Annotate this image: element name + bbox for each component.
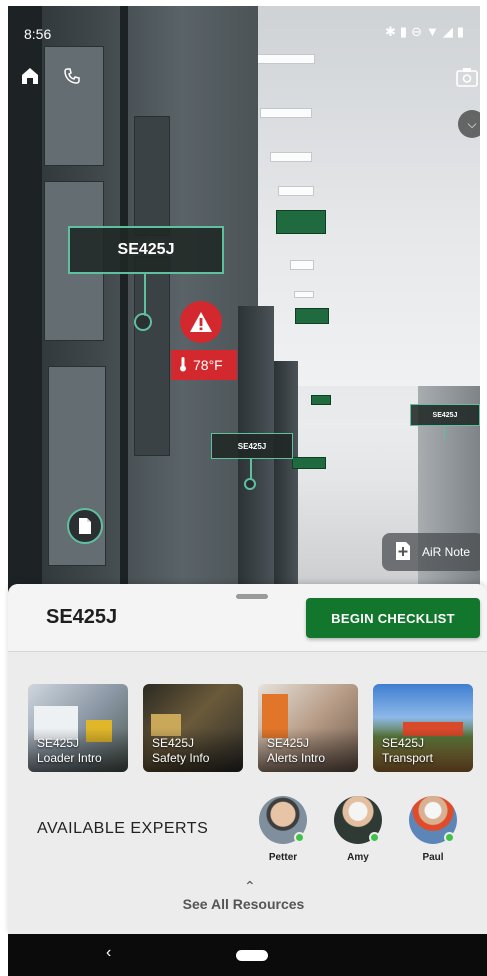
- temperature-value: 78°F: [193, 357, 223, 373]
- available-experts-title: AVAILABLE EXPERTS: [37, 820, 209, 837]
- sheet-drag-handle[interactable]: [236, 594, 268, 599]
- signal-icon: ◢: [442, 24, 457, 39]
- resource-card-subtitle: Loader Intro: [37, 751, 102, 765]
- ceiling-light: [290, 260, 314, 270]
- status-time: 8:56: [24, 26, 52, 42]
- asset-title: SE425J: [46, 606, 118, 628]
- exit-sign: [295, 308, 329, 324]
- phone-icon[interactable]: [60, 64, 84, 88]
- thermometer-icon: [179, 356, 187, 375]
- status-bar: 8:56 ✱▮⊖▼◢▮: [8, 6, 480, 60]
- expert-paul[interactable]: Paul: [401, 796, 465, 866]
- ar-asset-label[interactable]: SE425J: [68, 226, 224, 274]
- resource-card-title: SE425J: [382, 736, 425, 750]
- expert-name: Amy: [347, 852, 369, 863]
- resource-cards: SE425J Loader Intro SE425J Safety Info S…: [28, 684, 478, 772]
- ceiling-light: [260, 108, 312, 118]
- ar-asset-label-text: SE425J: [432, 411, 458, 419]
- online-status-indicator: [294, 832, 305, 843]
- air-note-label: AiR Note: [422, 545, 471, 559]
- warning-icon[interactable]: [180, 301, 222, 343]
- expert-amy[interactable]: Amy: [326, 796, 390, 866]
- home-pill-button[interactable]: [236, 950, 268, 961]
- battery-icon: ▮: [456, 24, 468, 39]
- home-icon[interactable]: [16, 62, 44, 90]
- exit-sign: [311, 395, 331, 405]
- resource-card-loader-intro[interactable]: SE425J Loader Intro: [28, 684, 128, 772]
- document-icon: [79, 518, 91, 534]
- ar-asset-label-text: SE425J: [237, 441, 267, 451]
- dnd-icon: ⊖: [411, 24, 426, 39]
- back-icon[interactable]: ‹: [106, 944, 111, 962]
- resource-card-title: SE425J: [152, 736, 195, 750]
- online-status-indicator: [444, 832, 455, 843]
- expert-name: Petter: [268, 852, 298, 863]
- collapse-toggle[interactable]: ⌵: [458, 110, 480, 138]
- ar-camera-view[interactable]: ⌵ SE425J 78°F SE425J SE425J AiR Note: [8, 6, 480, 606]
- resource-card-subtitle: Alerts Intro: [267, 751, 326, 765]
- exit-sign: [292, 457, 326, 469]
- online-status-indicator: [369, 832, 380, 843]
- ar-anchor-point: [134, 313, 152, 331]
- wifi-icon: ▼: [425, 24, 443, 39]
- exit-sign: [276, 210, 326, 234]
- resource-card-title: SE425J: [267, 736, 310, 750]
- resource-card-safety-info[interactable]: SE425J Safety Info: [143, 684, 243, 772]
- asset-bottom-sheet[interactable]: SE425J BEGIN CHECKLIST SE425J Loader Int…: [8, 584, 487, 934]
- see-all-resources-link[interactable]: See All Resources: [0, 896, 487, 912]
- ceiling-light: [278, 186, 314, 196]
- switch-camera-icon[interactable]: [454, 64, 480, 90]
- vibrate-icon: ▮: [399, 24, 412, 39]
- resource-card-subtitle: Transport: [382, 751, 433, 765]
- system-navigation-bar: ‹: [8, 934, 487, 976]
- resource-card-alerts-intro[interactable]: SE425J Alerts Intro: [258, 684, 358, 772]
- resource-card-subtitle: Safety Info: [152, 751, 210, 765]
- ar-asset-label-secondary[interactable]: SE425J: [211, 433, 293, 459]
- bluetooth-icon: ✱: [385, 24, 400, 39]
- resource-card-transport[interactable]: SE425J Transport: [373, 684, 473, 772]
- expert-name: Paul: [422, 852, 444, 863]
- temperature-alert[interactable]: 78°F: [171, 350, 237, 380]
- chevron-up-icon: ⌃: [244, 878, 256, 894]
- sheet-header: SE425J BEGIN CHECKLIST: [8, 584, 487, 652]
- resource-card-title: SE425J: [37, 736, 80, 750]
- ceiling-light: [270, 152, 312, 162]
- air-note-button[interactable]: AiR Note: [382, 533, 480, 571]
- chevron-down-icon: ⌵: [467, 116, 477, 131]
- begin-checklist-button[interactable]: BEGIN CHECKLIST: [306, 598, 480, 638]
- ceiling-light: [294, 291, 314, 298]
- add-note-icon: [394, 541, 412, 564]
- ar-asset-label-text: SE425J: [117, 241, 175, 258]
- documents-button[interactable]: [67, 508, 103, 544]
- ar-anchor-point: [244, 478, 256, 490]
- ar-asset-label-far[interactable]: SE425J: [410, 404, 480, 426]
- expert-petter[interactable]: Petter: [251, 796, 315, 866]
